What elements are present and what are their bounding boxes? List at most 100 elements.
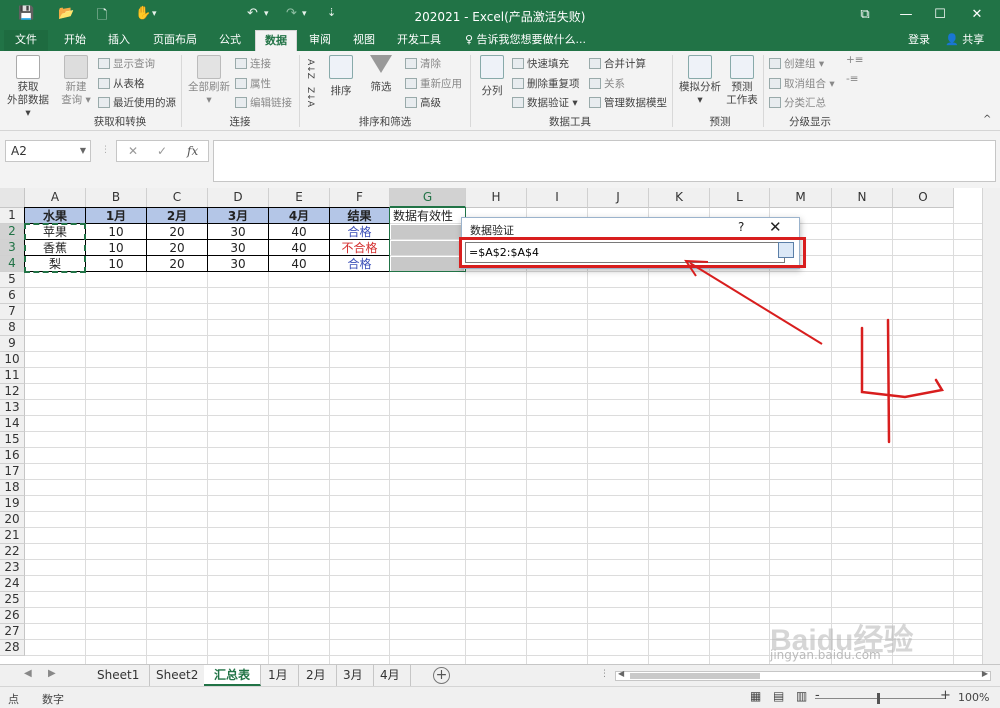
tab-split-grip[interactable]: ⋮ (600, 669, 609, 679)
row-header-26[interactable]: 26 (0, 608, 25, 624)
row-header-10[interactable]: 10 (0, 352, 25, 368)
show-query-button[interactable]: 显示查询 (98, 56, 155, 71)
tab-view[interactable]: 视图 (344, 30, 384, 51)
cell-e3[interactable]: 40 (269, 240, 329, 256)
row-header-25[interactable]: 25 (0, 592, 25, 608)
row-header-16[interactable]: 16 (0, 448, 25, 464)
column-header-l[interactable]: L (710, 188, 770, 208)
zoom-level[interactable]: 100% (958, 691, 989, 704)
cell-c3[interactable]: 20 (147, 240, 207, 256)
cell-e4[interactable]: 40 (269, 256, 329, 272)
header-cell-d[interactable]: 3月 (208, 208, 268, 224)
row-header-14[interactable]: 14 (0, 416, 25, 432)
cell-f3[interactable]: 不合格 (330, 240, 389, 256)
cell-b2[interactable]: 10 (86, 224, 146, 240)
cell-d2[interactable]: 30 (208, 224, 268, 240)
column-header-d[interactable]: D (208, 188, 269, 208)
maximize-button[interactable]: ☐ (927, 4, 953, 26)
tab-home[interactable]: 开始 (55, 30, 95, 51)
consolidate-button[interactable]: 合并计算 (589, 56, 646, 71)
refresh-all-button[interactable]: 全部刷新 ▾ (186, 55, 232, 107)
sheet-tab-2[interactable]: Sheet2 (146, 665, 210, 686)
tab-formulas[interactable]: 公式 (210, 30, 250, 51)
subtotal-button[interactable]: 分类汇总 (769, 95, 826, 110)
collapse-ribbon-icon[interactable]: ^ (983, 114, 991, 125)
row-header-27[interactable]: 27 (0, 624, 25, 640)
advanced-filter-button[interactable]: 高级 (405, 95, 441, 110)
cell-f2[interactable]: 合格 (330, 224, 389, 240)
row-header-2[interactable]: 2 (0, 224, 25, 240)
reapply-button[interactable]: 重新应用 (405, 76, 462, 91)
row-header-24[interactable]: 24 (0, 576, 25, 592)
header-cell-e[interactable]: 4月 (269, 208, 329, 224)
cell-d4[interactable]: 30 (208, 256, 268, 272)
tab-file[interactable]: 文件 (4, 30, 48, 51)
name-box-dropdown-icon[interactable]: ▼ (80, 141, 86, 161)
header-cell-f[interactable]: 结果 (330, 208, 389, 224)
sheet-tab-5[interactable]: 2月 (296, 665, 337, 686)
row-header-6[interactable]: 6 (0, 288, 25, 304)
add-sheet-icon[interactable]: + (433, 667, 450, 684)
name-box[interactable]: A2 ▼ (5, 140, 91, 162)
row-header-22[interactable]: 22 (0, 544, 25, 560)
zoom-slider-thumb[interactable] (877, 693, 880, 704)
sheet-tab-6[interactable]: 3月 (333, 665, 374, 686)
tell-me-search[interactable]: ♀ 告诉我您想要做什么... (465, 30, 586, 51)
column-header-i[interactable]: I (527, 188, 588, 208)
group-button[interactable]: 创建组 ▾ (769, 56, 824, 71)
get-external-data-button[interactable]: 获取 外部数据 ▾ (3, 55, 53, 120)
sheet-tab-4[interactable]: 1月 (258, 665, 299, 686)
login-link[interactable]: 登录 (908, 30, 930, 50)
row-header-1[interactable]: 1 (0, 208, 25, 224)
normal-view-icon[interactable]: ▦ (750, 689, 761, 703)
sort-za-button[interactable]: Z↓A (305, 87, 315, 107)
cancel-icon[interactable]: ✕ (128, 144, 138, 158)
zoom-out-button[interactable]: - (815, 688, 820, 703)
column-header-m[interactable]: M (770, 188, 832, 208)
column-header-b[interactable]: B (86, 188, 147, 208)
cell-c4[interactable]: 20 (147, 256, 207, 272)
tab-data[interactable]: 数据 (255, 30, 297, 51)
row-header-5[interactable]: 5 (0, 272, 25, 288)
column-header-o[interactable]: O (893, 188, 954, 208)
filter-button[interactable]: 筛选 (366, 55, 396, 94)
sort-button[interactable]: 排序 (326, 55, 356, 98)
manage-data-model-button[interactable]: 管理数据模型 (589, 95, 667, 110)
column-header-n[interactable]: N (832, 188, 893, 208)
clear-filter-button[interactable]: 清除 (405, 56, 441, 71)
enter-icon[interactable]: ✓ (157, 144, 167, 158)
properties-button[interactable]: 属性 (235, 76, 271, 91)
zoom-slider[interactable] (815, 698, 945, 699)
recent-sources-button[interactable]: 最近使用的源 (98, 95, 176, 110)
new-query-button[interactable]: 新建 查询 ▾ (58, 55, 94, 107)
share-button[interactable]: 👤 共享 (945, 30, 984, 50)
minimize-button[interactable]: — (893, 4, 919, 26)
row-header-7[interactable]: 7 (0, 304, 25, 320)
scroll-left-icon[interactable]: ◀ (618, 669, 624, 678)
edit-links-button[interactable]: 编辑链接 (235, 95, 292, 110)
horizontal-scroll-thumb[interactable] (630, 673, 760, 679)
tab-page-layout[interactable]: 页面布局 (144, 30, 206, 51)
row-header-21[interactable]: 21 (0, 528, 25, 544)
tab-review[interactable]: 审阅 (300, 30, 340, 51)
zoom-in-button[interactable]: + (940, 688, 951, 703)
data-validation-button[interactable]: 数据验证 ▾ (512, 95, 578, 110)
scroll-right-icon[interactable]: ▶ (982, 669, 988, 678)
next-sheet-icon[interactable]: ▶ (48, 668, 56, 679)
tab-developer[interactable]: 开发工具 (388, 30, 450, 51)
tab-insert[interactable]: 插入 (99, 30, 139, 51)
flash-fill-button[interactable]: 快速填充 (512, 56, 569, 71)
column-header-k[interactable]: K (649, 188, 710, 208)
header-cell-b[interactable]: 1月 (86, 208, 146, 224)
row-header-12[interactable]: 12 (0, 384, 25, 400)
row-header-8[interactable]: 8 (0, 320, 25, 336)
row-header-9[interactable]: 9 (0, 336, 25, 352)
text-to-columns-button[interactable]: 分列 (476, 55, 508, 98)
sort-az-button[interactable]: A↓Z (305, 59, 315, 79)
column-header-c[interactable]: C (147, 188, 208, 208)
column-header-g[interactable]: G (390, 188, 466, 208)
prev-sheet-icon[interactable]: ◀ (24, 668, 32, 679)
cell-f4[interactable]: 合格 (330, 256, 389, 272)
header-cell-a[interactable]: 水果 (25, 208, 85, 224)
hide-detail-icon[interactable]: -≡ (846, 73, 859, 85)
